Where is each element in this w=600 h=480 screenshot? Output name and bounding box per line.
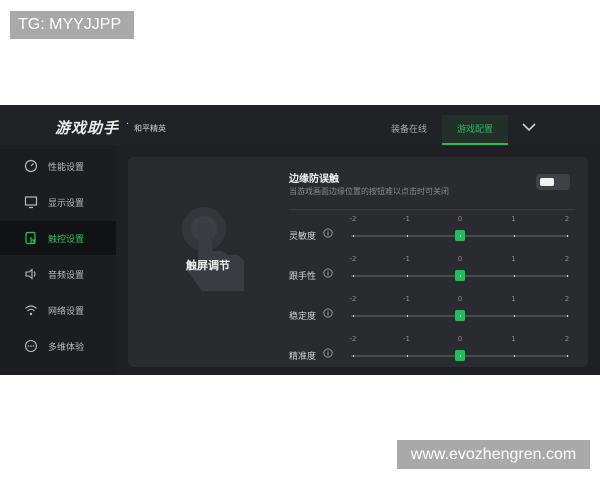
monitor-icon	[24, 196, 38, 209]
sidebar-item-touch[interactable]: 触控设置	[0, 221, 116, 255]
slider-label: 精准度	[289, 352, 317, 362]
scale-tick-label: -1	[403, 255, 410, 263]
slider-label: 灵敏度	[289, 232, 317, 242]
scale-tick-mark	[353, 315, 354, 317]
slider-row-precision: 精准度 -2 -1 0 1 2	[289, 333, 579, 373]
scale-tick-mark	[406, 235, 408, 237]
sidebar-item-label: 音频设置	[48, 271, 85, 281]
brand-separator: ·	[126, 119, 130, 130]
slider-row-follow: 跟手性 -2 -1 0 1 2	[289, 253, 579, 293]
slider-label: 跟手性	[289, 272, 317, 282]
wifi-icon	[25, 305, 37, 316]
scale-tick-label: 0	[457, 295, 463, 303]
sidebar-item-label: 网络设置	[48, 307, 85, 317]
slider-row-sensitivity: 灵敏度 -2 -1 0 1 2	[289, 213, 579, 253]
hand-touch-icon	[182, 207, 244, 291]
touch-adjust-label: 触屏调节	[186, 259, 230, 272]
gauge-icon	[24, 159, 38, 173]
sidebar-item-network[interactable]: 网络设置	[0, 293, 116, 327]
sidebar-item-label: 性能设置	[48, 163, 85, 173]
info-icon[interactable]	[323, 268, 333, 278]
touch-settings-panel: 触屏调节 边缘防误触 当游戏画面边缘位置的按钮难以点击时可关闭 灵敏度 -2 -1…	[128, 157, 588, 367]
scale-tick-mark	[460, 275, 461, 277]
scale-tick-label: 1	[511, 335, 516, 343]
app-brand-logo: 游戏助手	[55, 119, 120, 137]
speaker-icon	[25, 268, 36, 280]
sidebar-item-experience[interactable]: 多维体验	[0, 329, 116, 363]
game-assistant-window: 游戏助手 · 和平精英 装备在线 游戏配置 性能设置 显示设置 触控设置 音频设…	[0, 105, 600, 375]
scale-tick-mark	[567, 235, 568, 237]
scale-tick-label: 1	[511, 215, 516, 223]
scale-tick-mark	[353, 355, 354, 357]
info-icon[interactable]	[323, 228, 333, 238]
scale-tick-label: 2	[564, 335, 570, 343]
scale-tick-label: 2	[564, 255, 570, 263]
scale-tick-mark	[567, 275, 568, 277]
sidebar-item-display[interactable]: 显示设置	[0, 185, 116, 219]
game-name: 和平精英	[134, 124, 166, 133]
scale-tick-label: -2	[349, 255, 357, 263]
chevron-down-icon[interactable]	[520, 121, 538, 133]
sidebar-item-label: 触控设置	[48, 235, 85, 245]
header-bar: 游戏助手 · 和平精英 装备在线 游戏配置	[0, 105, 600, 145]
scale-tick-label: 0	[457, 335, 463, 343]
sidebar-item-label: 多维体验	[48, 343, 85, 353]
scale-tick-mark	[406, 275, 408, 277]
scale-tick-label: 2	[564, 215, 570, 223]
scale-tick-label: -2	[349, 215, 357, 223]
touch-icon	[25, 231, 36, 245]
slider-label: 稳定度	[289, 312, 317, 322]
scale-tick-label: -2	[349, 335, 357, 343]
scale-tick-label: -1	[403, 215, 410, 223]
tab-equipment-online[interactable]: 装备在线	[378, 115, 440, 145]
scale-tick-mark	[460, 235, 461, 237]
divider	[289, 209, 575, 210]
scale-tick-mark	[567, 355, 568, 357]
scale-tick-mark	[406, 315, 408, 317]
scale-tick-mark	[406, 355, 408, 357]
scale-tick-mark	[460, 355, 461, 357]
scale-tick-label: 1	[511, 295, 516, 303]
slider-row-stability: 稳定度 -2 -1 0 1 2	[289, 293, 579, 333]
edge-protection-title: 边缘防误触	[289, 174, 339, 185]
scale-tick-label: 0	[457, 215, 463, 223]
watermark-bottom-right: www.evozhengren.com	[397, 440, 590, 469]
scale-tick-mark	[513, 355, 515, 357]
info-icon[interactable]	[323, 308, 333, 318]
scale-tick-mark	[513, 315, 515, 317]
scale-tick-mark	[353, 275, 354, 277]
scale-tick-label: -2	[349, 295, 357, 303]
scale-tick-mark	[513, 235, 515, 237]
scale-tick-label: 1	[511, 255, 516, 263]
scale-tick-mark	[567, 315, 568, 317]
sidebar-item-audio[interactable]: 音频设置	[0, 257, 116, 291]
tab-game-config[interactable]: 游戏配置	[442, 115, 508, 145]
scale-tick-label: -1	[403, 335, 410, 343]
scale-tick-mark	[513, 275, 515, 277]
scale-tick-label: -1	[403, 295, 410, 303]
watermark-top-left: TG: MYYJJPP	[10, 11, 134, 39]
scale-tick-label: 2	[564, 295, 570, 303]
scale-tick-mark	[353, 235, 354, 237]
edge-protection-toggle[interactable]	[536, 174, 570, 190]
scale-tick-mark	[460, 315, 461, 317]
edge-protection-description: 当游戏画面边缘位置的按钮难以点击时可关闭	[289, 187, 449, 196]
toggle-knob	[540, 178, 554, 186]
sidebar: 性能设置 显示设置 触控设置 音频设置 网络设置 多维体验	[0, 145, 116, 375]
scale-tick-label: 0	[457, 255, 463, 263]
sidebar-item-performance[interactable]: 性能设置	[0, 149, 116, 183]
info-icon[interactable]	[323, 348, 333, 358]
more-icon	[24, 339, 38, 353]
sidebar-item-label: 显示设置	[48, 199, 85, 209]
